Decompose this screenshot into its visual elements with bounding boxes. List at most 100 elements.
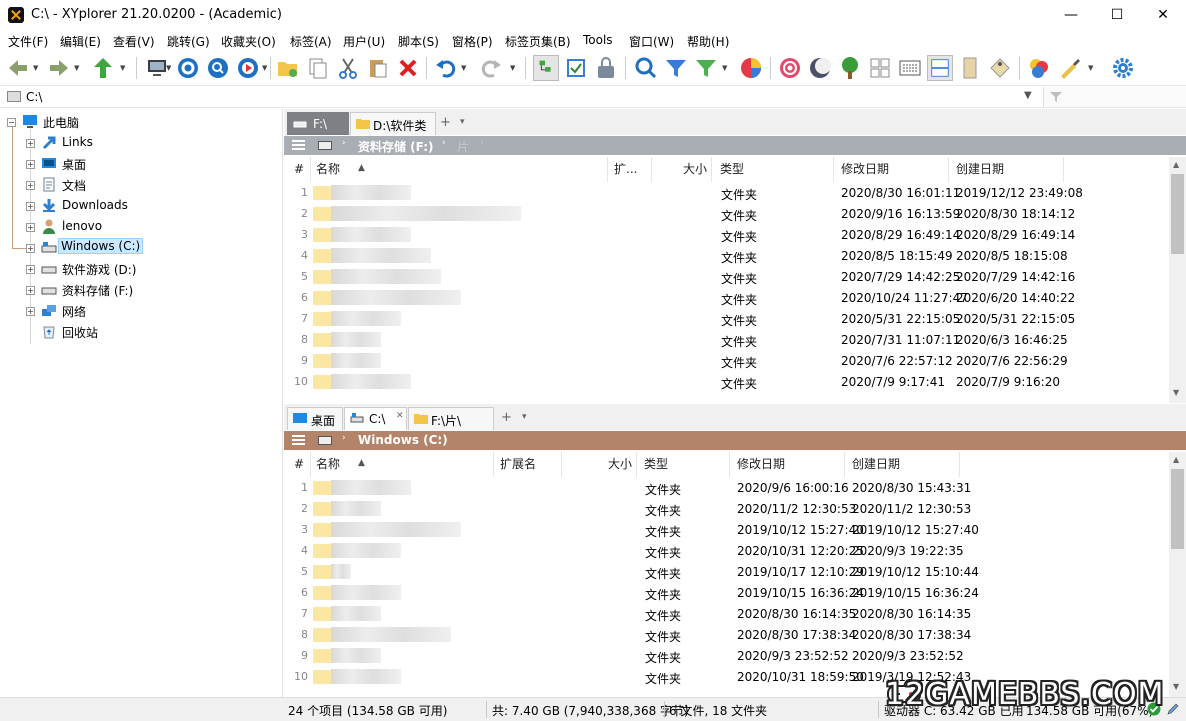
new-tab-button[interactable]: +	[440, 115, 451, 130]
file-row[interactable]: 6 文件夹 2020/10/24 11:27:47 2020/6/20 14:40:2…	[284, 287, 1169, 308]
pane2-tab-desktop[interactable]: 桌面	[287, 407, 343, 430]
breadcrumb-separator[interactable]: ›	[342, 138, 346, 148]
computer-dropdown-icon[interactable]: ▼	[166, 64, 171, 72]
scroll-thumb[interactable]	[1171, 469, 1184, 549]
breadcrumb-separator[interactable]: ›	[480, 138, 484, 148]
pane1-scrollbar[interactable]: ▲ ▼	[1169, 157, 1186, 403]
column-name[interactable]: 名称	[311, 157, 608, 182]
back-dropdown-icon[interactable]: ▼	[33, 64, 38, 72]
redo-icon[interactable]	[478, 55, 504, 81]
play-circle-icon[interactable]	[235, 55, 261, 81]
column-size[interactable]: 大小	[562, 452, 637, 477]
file-row[interactable]: 1 文件夹 2020/8/30 16:01:11 2019/12/12 23:49:0…	[284, 182, 1169, 203]
target-icon[interactable]	[175, 55, 201, 81]
menu-help[interactable]: 帮助(H)	[687, 33, 729, 50]
address-dropdown-icon[interactable]: ▼	[1024, 90, 1032, 101]
file-row[interactable]: 8 文件夹 2020/7/31 11:07:11 2020/6/3 16:46:25	[284, 329, 1169, 350]
menu-file[interactable]: 文件(F)	[8, 33, 48, 50]
scroll-up-icon[interactable]: ▲	[1173, 455, 1179, 464]
close-tab-icon[interactable]: ✕	[396, 411, 404, 421]
column-number[interactable]: #	[284, 452, 311, 477]
cut-icon[interactable]	[335, 55, 361, 81]
menu-panes[interactable]: 窗格(P)	[452, 33, 493, 50]
menu-tags[interactable]: 标签(A)	[290, 33, 332, 50]
menu-tabsets[interactable]: 标签页集(B)	[505, 33, 571, 50]
delete-icon[interactable]	[395, 55, 421, 81]
pane2-scrollbar[interactable]: ▲ ▼	[1169, 452, 1186, 697]
pane2-tab-f-photos[interactable]: F:\片\	[408, 407, 494, 430]
file-row[interactable]: 10 文件夹 2020/7/9 9:17:41 2020/7/9 9:16:20	[284, 371, 1169, 392]
menu-go[interactable]: 跳转(G)	[167, 33, 210, 50]
moon-icon[interactable]	[807, 55, 833, 81]
column-name[interactable]: 名称	[311, 452, 494, 477]
paste-icon[interactable]	[365, 55, 391, 81]
colors-icon[interactable]	[1026, 55, 1052, 81]
quick-filter-box[interactable]	[1043, 87, 1186, 107]
spiral-icon[interactable]	[777, 55, 803, 81]
tree-item-documents[interactable]: + 文档	[0, 175, 283, 195]
column-extension[interactable]: 扩...	[608, 157, 652, 182]
scroll-thumb[interactable]	[1171, 174, 1184, 254]
scroll-up-icon[interactable]: ▲	[1173, 160, 1179, 169]
minimize-button[interactable]: —	[1048, 0, 1094, 30]
tree-item-desktop[interactable]: + 桌面	[0, 154, 283, 174]
pane2-tab-c[interactable]: C:\ ✕	[344, 407, 407, 430]
pane1-tab-d-software[interactable]: D:\软件类	[350, 112, 436, 135]
menu-edit[interactable]: 编辑(E)	[60, 33, 101, 50]
checkbox-icon[interactable]	[563, 55, 589, 81]
file-row[interactable]: 8 文件夹 2020/8/30 17:38:34 2020/8/30 17:38:34	[284, 624, 1169, 645]
lock-icon[interactable]	[593, 55, 619, 81]
menu-window[interactable]: 窗口(W)	[629, 33, 674, 50]
edit-pencil-icon[interactable]	[1166, 702, 1180, 716]
menu-tools[interactable]: Tools	[583, 33, 613, 47]
expand-icon[interactable]: +	[26, 202, 35, 211]
expand-icon[interactable]: +	[26, 223, 35, 232]
up-icon[interactable]	[90, 55, 116, 81]
menu-scripting[interactable]: 脚本(S)	[398, 33, 439, 50]
breadcrumb-separator[interactable]: ›	[442, 138, 446, 148]
column-created[interactable]: 创建日期	[949, 157, 1064, 182]
file-row[interactable]: 1 文件夹 2020/9/6 16:00:16 2020/8/30 15:43:31	[284, 477, 1169, 498]
filter-dropdown-icon[interactable]: ▼	[722, 64, 727, 72]
file-row[interactable]: 5 文件夹 2019/10/17 12:10:29 2019/10/12 15:10:…	[284, 561, 1169, 582]
find-icon[interactable]	[633, 55, 659, 81]
column-type[interactable]: 类型	[712, 157, 834, 182]
breadcrumb-separator[interactable]: ›	[438, 433, 442, 443]
breadcrumb-separator[interactable]: ›	[342, 433, 346, 443]
tag-icon[interactable]	[987, 55, 1013, 81]
file-row[interactable]: 7 文件夹 2020/5/31 22:15:05 2020/5/31 22:15:05	[284, 308, 1169, 329]
keyboard-icon[interactable]	[897, 55, 923, 81]
hamburger-menu-icon[interactable]	[292, 140, 305, 150]
paint-brush-icon[interactable]	[1056, 55, 1082, 81]
column-created[interactable]: 创建日期	[845, 452, 960, 477]
tree-item-lenovo[interactable]: + lenovo	[0, 217, 283, 237]
tree-item-recycle-bin[interactable]: 回收站	[0, 322, 283, 342]
file-row[interactable]: 4 文件夹 2020/8/5 18:15:49 2020/8/5 18:15:08	[284, 245, 1169, 266]
forward-dropdown-icon[interactable]: ▼	[74, 64, 79, 72]
column-number[interactable]: #	[284, 157, 311, 182]
pie-icon[interactable]	[738, 55, 764, 81]
filter-icon[interactable]	[663, 55, 689, 81]
address-input[interactable]: C:\	[26, 90, 42, 104]
file-row[interactable]: 2 文件夹 2020/9/16 16:13:59 2020/8/30 18:14:12	[284, 203, 1169, 224]
tab-list-dropdown-icon[interactable]: ▾	[522, 412, 527, 422]
brush-dropdown-icon[interactable]: ▼	[1088, 64, 1093, 72]
pane1-tab-f[interactable]: F:\	[287, 112, 349, 135]
column-extension[interactable]: 扩展名	[494, 452, 562, 477]
tree-icon[interactable]	[837, 55, 863, 81]
column-modified[interactable]: 修改日期	[730, 452, 845, 477]
tree-view-icon[interactable]	[533, 55, 559, 81]
maximize-button[interactable]: ☐	[1094, 0, 1140, 30]
settings-gear-icon[interactable]	[1110, 55, 1136, 81]
tree-item-windows-c[interactable]: + Windows (C:)	[0, 238, 283, 258]
file-row[interactable]: 9 文件夹 2020/7/6 22:57:12 2020/7/6 22:56:29	[284, 350, 1169, 371]
expand-icon[interactable]: +	[26, 181, 35, 190]
breadcrumb-item[interactable]: 资料存储 (F:)	[358, 138, 434, 155]
column-type[interactable]: 类型	[637, 452, 730, 477]
file-row[interactable]: 6 文件夹 2019/10/15 16:36:24 2019/10/15 16:36:…	[284, 582, 1169, 603]
tree-item-downloads[interactable]: + Downloads	[0, 196, 283, 216]
menu-favorites[interactable]: 收藏夹(O)	[221, 33, 276, 50]
tree-item-network[interactable]: + 网络	[0, 301, 283, 321]
preview-pane-icon[interactable]	[957, 55, 983, 81]
forward-icon[interactable]	[46, 55, 72, 81]
